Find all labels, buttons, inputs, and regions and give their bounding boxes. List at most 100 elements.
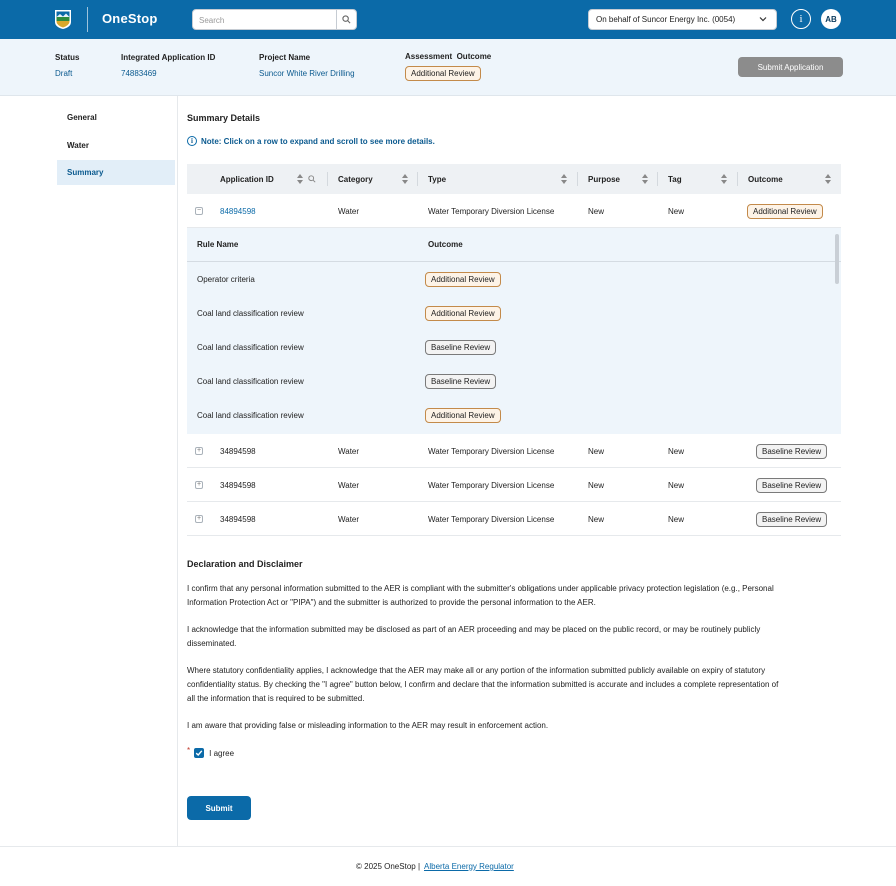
rule-name: Coal land classification review (197, 411, 304, 420)
table-row[interactable]: − 84894598 Water Water Temporary Diversi… (187, 194, 841, 228)
sort-icon[interactable] (402, 174, 408, 184)
table-row[interactable]: + 34894598 Water Water Temporary Diversi… (187, 468, 841, 502)
rule-name: Coal land classification review (197, 343, 304, 352)
search-button[interactable] (336, 10, 356, 29)
agree-label[interactable]: I agree (209, 749, 234, 758)
logo-divider (87, 7, 88, 32)
brand-name[interactable]: OneStop (102, 11, 158, 26)
assessment-outcome-badge: Additional Review (405, 66, 481, 81)
summary-title: Summary Details (187, 113, 261, 123)
on-behalf-value: On behalf of Suncor Energy Inc. (0054) (596, 15, 736, 24)
row-type: Water Temporary Diversion License (428, 447, 555, 456)
expand-row-toggle[interactable]: + (195, 515, 203, 523)
info-icon[interactable]: i (791, 9, 811, 29)
rule-outcome-badge: Additional Review (425, 408, 501, 423)
agree-checkbox[interactable] (194, 748, 205, 758)
expand-row-toggle[interactable]: + (195, 447, 203, 455)
row-category: Water (338, 515, 360, 524)
rule-row: Coal land classification review Baseline… (187, 364, 827, 398)
rule-row: Coal land classification review Baseline… (187, 330, 827, 364)
column-separator (417, 172, 418, 186)
rule-row: Coal land classification review Addition… (187, 296, 827, 330)
status-field: Status Draft (55, 53, 79, 78)
rule-outcome-badge: Baseline Review (425, 374, 497, 389)
checkmark-icon (195, 750, 203, 757)
table-row[interactable]: + 34894598 Water Water Temporary Diversi… (187, 434, 841, 468)
row-type: Water Temporary Diversion License (428, 207, 555, 216)
outcome-badge: Baseline Review (756, 444, 828, 459)
column-rule-outcome: Outcome (428, 240, 463, 249)
collapse-row-toggle[interactable]: − (195, 207, 203, 215)
assessment-outcome-label: Assessment Outcome (405, 52, 492, 61)
rule-outcome-badge: Baseline Review (425, 340, 497, 355)
search-icon (342, 15, 351, 24)
footer-copyright: © 2025 OneStop | (356, 862, 421, 871)
row-category: Water (338, 447, 360, 456)
column-type[interactable]: Type (428, 164, 446, 194)
column-outcome[interactable]: Outcome (748, 164, 783, 194)
row-purpose: New (588, 481, 605, 490)
alberta-logo-icon[interactable] (54, 9, 72, 30)
application-id: 34894598 (220, 515, 256, 524)
search-box[interactable] (192, 9, 357, 30)
sort-icon[interactable] (825, 174, 831, 184)
row-tag: New (668, 481, 685, 490)
subtable-scrollbar[interactable] (835, 234, 839, 284)
row-purpose: New (588, 515, 605, 524)
summary-note: i Note: Click on a row to expand and scr… (187, 136, 435, 146)
avatar[interactable]: AB (821, 9, 841, 29)
submit-button[interactable]: Submit (187, 796, 251, 820)
sidebar-item-general[interactable]: General (57, 105, 175, 130)
rule-row: Operator criteria Additional Review (187, 262, 827, 296)
outcome-badge: Baseline Review (756, 512, 828, 527)
row-type: Water Temporary Diversion License (428, 515, 555, 524)
application-id-link[interactable]: 84894598 (220, 207, 256, 216)
required-mark: * (187, 745, 191, 755)
sort-icon[interactable] (721, 174, 727, 184)
submit-application-button[interactable]: Submit Application (738, 57, 843, 77)
application-header: Status Draft Integrated Application ID 7… (0, 39, 896, 96)
column-rule-name: Rule Name (197, 240, 239, 249)
sidebar-item-water[interactable]: Water (57, 133, 175, 158)
sort-icon[interactable] (642, 174, 648, 184)
rule-outcome-badge: Additional Review (425, 306, 501, 321)
row-tag: New (668, 207, 685, 216)
application-id-label: Integrated Application ID (121, 53, 216, 62)
declaration-paragraph: I confirm that any personal information … (187, 584, 774, 607)
sort-icon[interactable] (561, 174, 567, 184)
application-id: 34894598 (220, 481, 256, 490)
application-id: 34894598 (220, 447, 256, 456)
footer-aer-link[interactable]: Alberta Energy Regulator (424, 862, 514, 871)
application-id-value: 74883469 (121, 69, 157, 78)
row-category: Water (338, 207, 360, 216)
table-row[interactable]: + 34894598 Water Water Temporary Diversi… (187, 502, 841, 536)
column-search-icon[interactable] (308, 175, 316, 183)
footer: © 2025 OneStop | Alberta Energy Regulator (0, 846, 896, 886)
outcome-badge: Additional Review (747, 204, 823, 219)
expand-row-toggle[interactable]: + (195, 481, 203, 489)
row-type: Water Temporary Diversion License (428, 481, 555, 490)
project-name-value: Suncor White River Drilling (259, 69, 355, 78)
declaration-paragraph: Where statutory confidentiality applies,… (187, 666, 779, 703)
sidebar-item-summary[interactable]: Summary (57, 160, 175, 185)
column-separator (737, 172, 738, 186)
assessment-outcome-field: Assessment Outcome Additional Review (405, 52, 491, 81)
agree-checkbox-row[interactable]: * I agree (187, 745, 234, 758)
rule-row: Coal land classification review Addition… (187, 398, 827, 432)
column-purpose[interactable]: Purpose (588, 164, 620, 194)
sort-icon[interactable] (297, 174, 303, 184)
rules-subtable: Rule Name Outcome Operator criteria Addi… (187, 228, 841, 434)
rule-outcome-badge: Additional Review (425, 272, 501, 287)
status-label: Status (55, 53, 80, 62)
column-category[interactable]: Category (338, 164, 373, 194)
search-input[interactable] (199, 13, 331, 27)
project-name-label: Project Name (259, 53, 311, 62)
column-separator (657, 172, 658, 186)
column-separator (327, 172, 328, 186)
summary-note-text: Note: Click on a row to expand and scrol… (201, 136, 435, 146)
table-header: Application ID Category Type Purpose Tag… (187, 164, 841, 194)
column-application-id[interactable]: Application ID (220, 164, 274, 194)
info-circle-icon: i (187, 136, 197, 146)
on-behalf-select[interactable]: On behalf of Suncor Energy Inc. (0054) (588, 9, 777, 30)
column-tag[interactable]: Tag (668, 164, 682, 194)
